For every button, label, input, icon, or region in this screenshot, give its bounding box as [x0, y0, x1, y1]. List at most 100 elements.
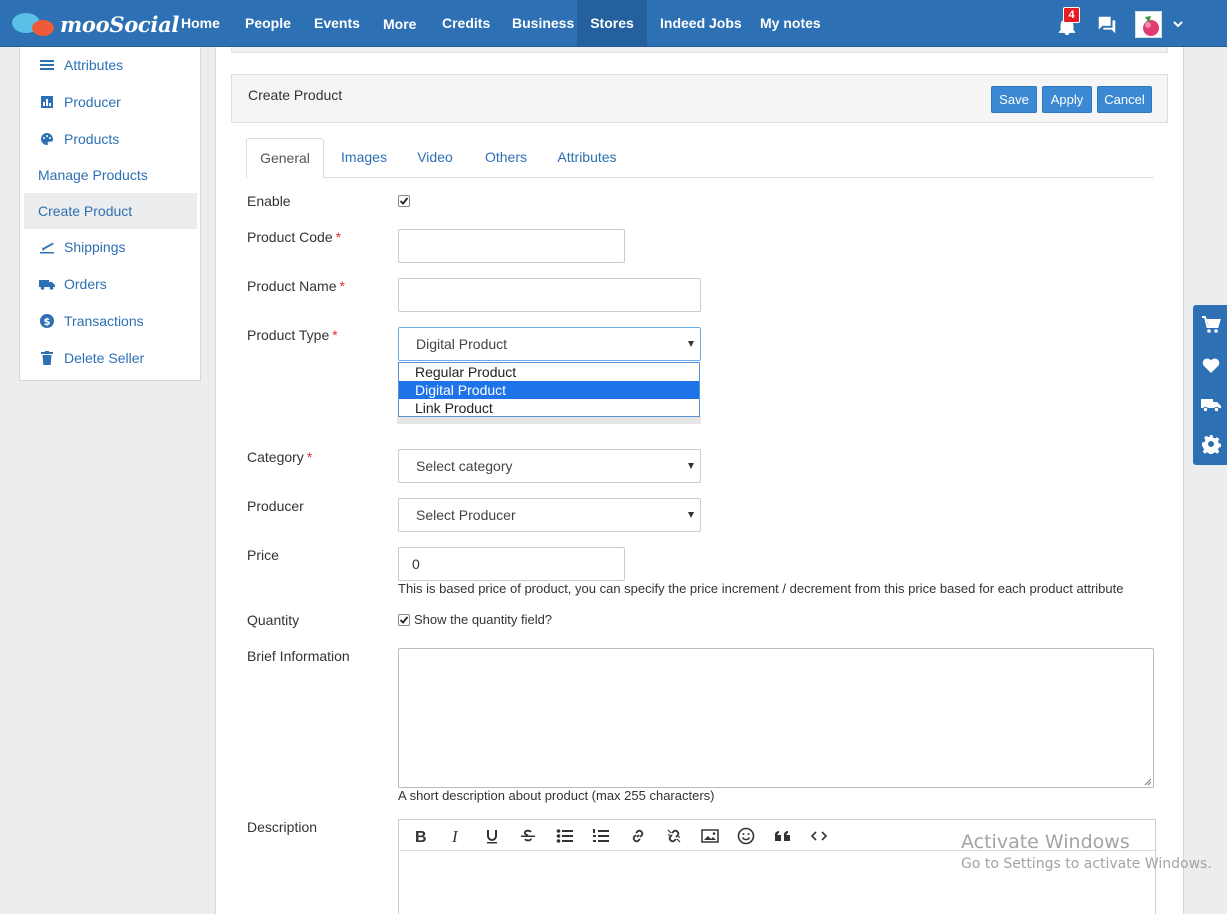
truck-icon: [39, 276, 55, 292]
cancel-button[interactable]: Cancel: [1097, 86, 1152, 113]
tab-video[interactable]: Video: [406, 138, 464, 178]
sidebar-item-transactions[interactable]: $ Transactions: [24, 303, 197, 339]
product-code-input[interactable]: [398, 229, 625, 263]
underline-icon[interactable]: [481, 825, 503, 847]
brief-help-text: A short description about product (max 2…: [398, 788, 715, 803]
product-type-dropdown: Regular Product Digital Product Link Pro…: [398, 362, 700, 417]
palette-icon: [39, 131, 55, 147]
emoji-icon[interactable]: [735, 825, 757, 847]
product-type-select[interactable]: Digital Product: [398, 327, 701, 361]
check-icon: [399, 616, 409, 624]
gear-icon[interactable]: [1201, 434, 1221, 454]
option-digital-product[interactable]: Digital Product: [399, 381, 699, 399]
option-link-product[interactable]: Link Product: [399, 399, 699, 417]
caret-down-icon: [688, 463, 694, 469]
sidebar-item-attributes[interactable]: Attributes: [24, 47, 197, 83]
nav-business[interactable]: Business: [500, 0, 586, 46]
product-name-input[interactable]: [398, 278, 701, 312]
price-label: Price: [247, 547, 279, 563]
tab-attributes[interactable]: Attributes: [547, 138, 627, 178]
caret-down-icon: [688, 341, 694, 347]
sidebar-item-label: Orders: [64, 276, 107, 292]
strikethrough-icon[interactable]: [517, 825, 539, 847]
truck-icon[interactable]: [1201, 395, 1221, 415]
resize-handle-icon[interactable]: [1143, 777, 1152, 786]
product-code-label: Product Code *: [247, 229, 342, 245]
caret-down-icon: [688, 512, 694, 518]
product-type-label: Product Type *: [247, 327, 338, 343]
code-icon[interactable]: [808, 825, 830, 847]
save-button[interactable]: Save: [991, 86, 1037, 113]
cart-icon[interactable]: [1201, 315, 1221, 335]
enable-checkbox[interactable]: [398, 195, 410, 207]
nav-stores[interactable]: Stores: [577, 0, 647, 46]
bullet-list-icon[interactable]: [554, 825, 576, 847]
nav-more[interactable]: More: [371, 1, 428, 47]
producer-value: Select Producer: [416, 507, 516, 523]
sidebar-item-delete-seller[interactable]: Delete Seller: [24, 340, 197, 376]
required-mark: *: [306, 449, 313, 465]
nav-indeed-jobs[interactable]: Indeed Jobs: [648, 0, 754, 46]
nav-my-notes[interactable]: My notes: [748, 0, 833, 46]
heart-icon[interactable]: [1201, 355, 1221, 375]
activate-windows-subtitle: Go to Settings to activate Windows.: [961, 856, 1212, 872]
logo-text: mooSocial: [60, 11, 180, 37]
sidebar: Attributes Producer Products Manage Prod…: [19, 47, 201, 381]
top-strip: [231, 47, 1168, 53]
nav-credits[interactable]: Credits: [430, 0, 502, 46]
sidebar-item-orders[interactable]: Orders: [24, 266, 197, 302]
activate-windows-title: Activate Windows: [961, 831, 1130, 853]
avatar[interactable]: [1135, 11, 1162, 38]
producer-select[interactable]: Select Producer: [398, 498, 701, 532]
apply-button[interactable]: Apply: [1042, 86, 1092, 113]
plane-icon: [39, 239, 55, 255]
price-input[interactable]: 0: [398, 547, 625, 581]
tab-images[interactable]: Images: [331, 138, 397, 178]
numbered-list-icon[interactable]: [590, 825, 612, 847]
chat-icon[interactable]: [1096, 14, 1118, 36]
quote-icon[interactable]: [772, 825, 794, 847]
dropdown-shadow: [397, 417, 701, 424]
logo-icon: [12, 10, 56, 38]
product-name-label: Product Name *: [247, 278, 345, 294]
link-icon[interactable]: [627, 825, 649, 847]
sidebar-item-create-product[interactable]: Create Product: [24, 193, 197, 229]
sidebar-item-label: Shippings: [64, 239, 126, 255]
sidebar-item-label: Producer: [64, 94, 121, 110]
nav-people[interactable]: People: [233, 0, 303, 46]
tab-bar: General Images Video Others Attributes: [246, 138, 1154, 179]
nav-events[interactable]: Events: [302, 0, 372, 46]
svg-text:I: I: [451, 828, 459, 844]
sidebar-item-manage-products[interactable]: Manage Products: [24, 157, 197, 193]
sidebar-item-products[interactable]: Products: [24, 121, 197, 157]
tab-others[interactable]: Others: [474, 138, 538, 178]
image-icon[interactable]: [699, 825, 721, 847]
svg-text:B: B: [415, 829, 427, 844]
bold-icon[interactable]: B: [409, 825, 431, 847]
tab-general[interactable]: General: [246, 138, 324, 179]
description-label: Description: [247, 819, 318, 835]
chevron-down-icon[interactable]: [1172, 18, 1184, 30]
list-icon: [39, 57, 55, 73]
unlink-icon[interactable]: [663, 825, 685, 847]
category-select[interactable]: Select category: [398, 449, 701, 483]
required-mark: *: [339, 278, 345, 294]
notification-badge: 4: [1063, 7, 1080, 23]
brief-information-textarea[interactable]: [398, 648, 1154, 788]
logo[interactable]: mooSocial: [12, 9, 179, 39]
quantity-checkbox[interactable]: [398, 614, 410, 626]
sidebar-item-label: Attributes: [64, 57, 124, 73]
product-type-value: Digital Product: [416, 336, 508, 352]
quantity-label: Quantity: [247, 612, 300, 628]
trash-icon: [39, 350, 55, 366]
option-regular-product[interactable]: Regular Product: [399, 363, 699, 381]
check-icon: [399, 197, 409, 205]
sidebar-item-shippings[interactable]: Shippings: [24, 229, 197, 265]
nav-home[interactable]: Home: [168, 0, 233, 46]
italic-icon[interactable]: I: [445, 825, 467, 847]
sidebar-item-producer[interactable]: Producer: [24, 84, 197, 120]
producer-label: Producer: [247, 498, 304, 514]
sidebar-item-label: Delete Seller: [64, 350, 145, 366]
quantity-checkbox-label: Show the quantity field?: [414, 612, 553, 627]
category-value: Select category: [416, 458, 513, 474]
